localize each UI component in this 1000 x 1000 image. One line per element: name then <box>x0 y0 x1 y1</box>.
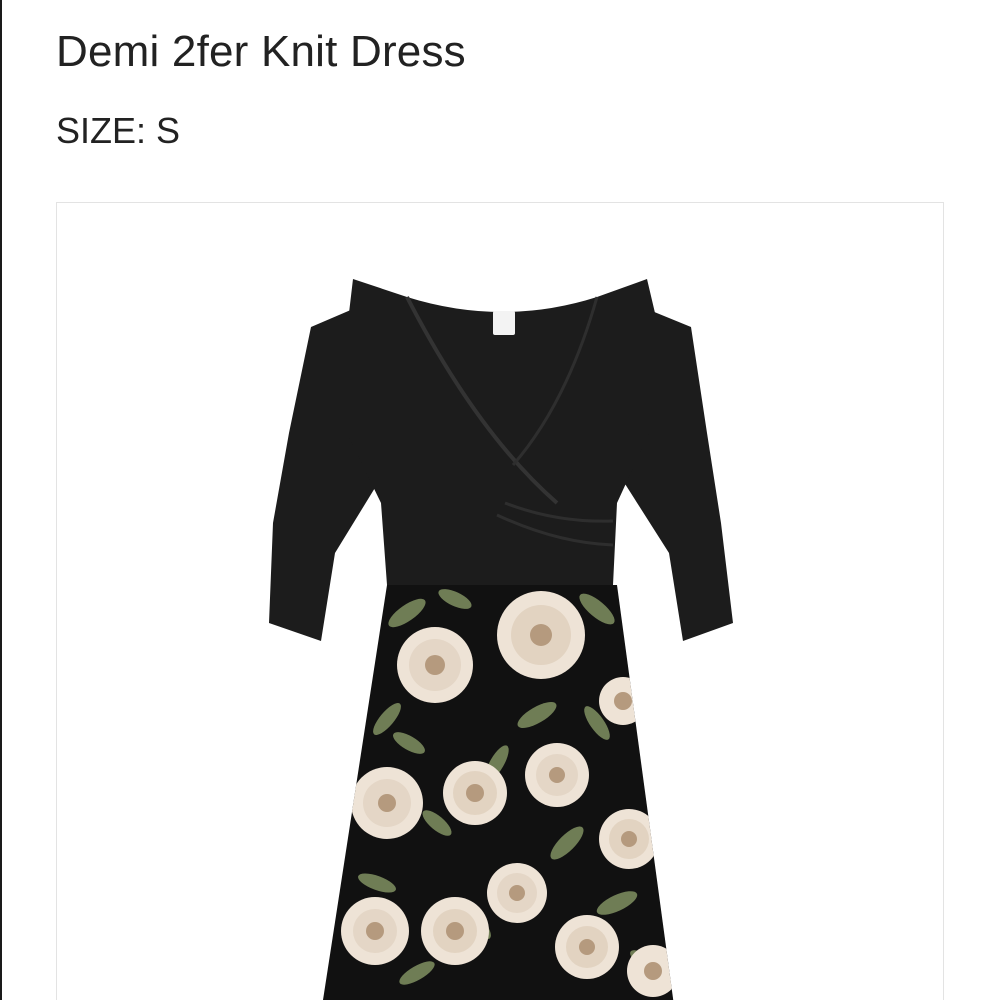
product-title: Demi 2fer Knit Dress <box>56 27 466 76</box>
product-image-frame[interactable] <box>56 202 944 1000</box>
screen-left-edge <box>0 0 2 1000</box>
product-size: SIZE: S <box>56 110 181 151</box>
dress-image <box>269 279 733 1000</box>
neck-label <box>493 311 515 335</box>
